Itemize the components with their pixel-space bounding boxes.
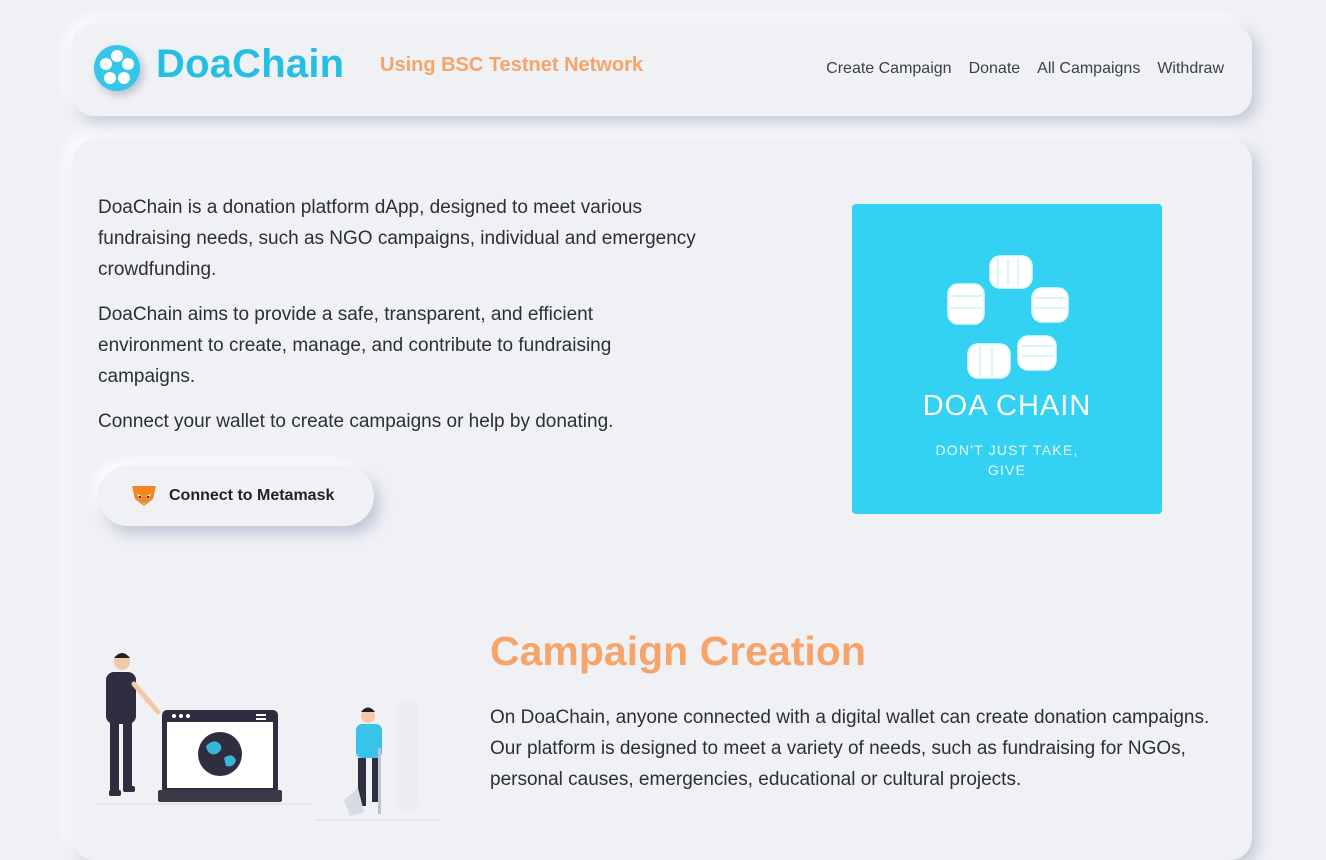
brand-name[interactable]: DoaChain [156, 42, 344, 87]
metamask-fox-icon [131, 485, 157, 507]
promo-tagline-line-2: GIVE [987, 462, 1027, 478]
intro-paragraph-1: DoaChain is a donation platform dApp, de… [98, 197, 696, 280]
network-label: Using BSC Testnet Network [380, 54, 643, 76]
campaign-illustration [96, 640, 456, 830]
hands-circle-icon [932, 244, 1082, 394]
main-card: DoaChain is a donation platform dApp, de… [72, 140, 1252, 860]
top-navbar: DoaChain Using BSC Testnet Network Creat… [72, 24, 1252, 116]
promo-tagline: DON'T JUST TAKE, GIVE [852, 440, 1162, 480]
connect-metamask-label: Connect to Metamask [169, 487, 335, 504]
campaign-creation-text: On DoaChain, anyone connected with a dig… [490, 707, 1210, 790]
doachain-promo-image: DOA CHAIN DON'T JUST TAKE, GIVE [852, 204, 1162, 514]
connect-metamask-button[interactable]: Connect to Metamask [98, 466, 374, 526]
nav-links: Create Campaign Donate All Campaigns Wit… [826, 60, 1224, 78]
intro-section: DoaChain is a donation platform dApp, de… [98, 192, 698, 451]
doachain-logo-icon[interactable] [94, 45, 140, 91]
promo-tagline-line-1: DON'T JUST TAKE, [935, 442, 1079, 458]
promo-title: DOA CHAIN [922, 390, 1092, 422]
intro-paragraph-3: Connect your wallet to create campaigns … [98, 411, 614, 432]
nav-donate[interactable]: Donate [969, 60, 1021, 78]
nav-create-campaign[interactable]: Create Campaign [826, 60, 951, 78]
nav-all-campaigns[interactable]: All Campaigns [1037, 60, 1140, 78]
intro-paragraph-2: DoaChain aims to provide a safe, transpa… [98, 304, 612, 387]
nav-withdraw[interactable]: Withdraw [1157, 60, 1224, 78]
campaign-creation-title: Campaign Creation [490, 628, 866, 674]
